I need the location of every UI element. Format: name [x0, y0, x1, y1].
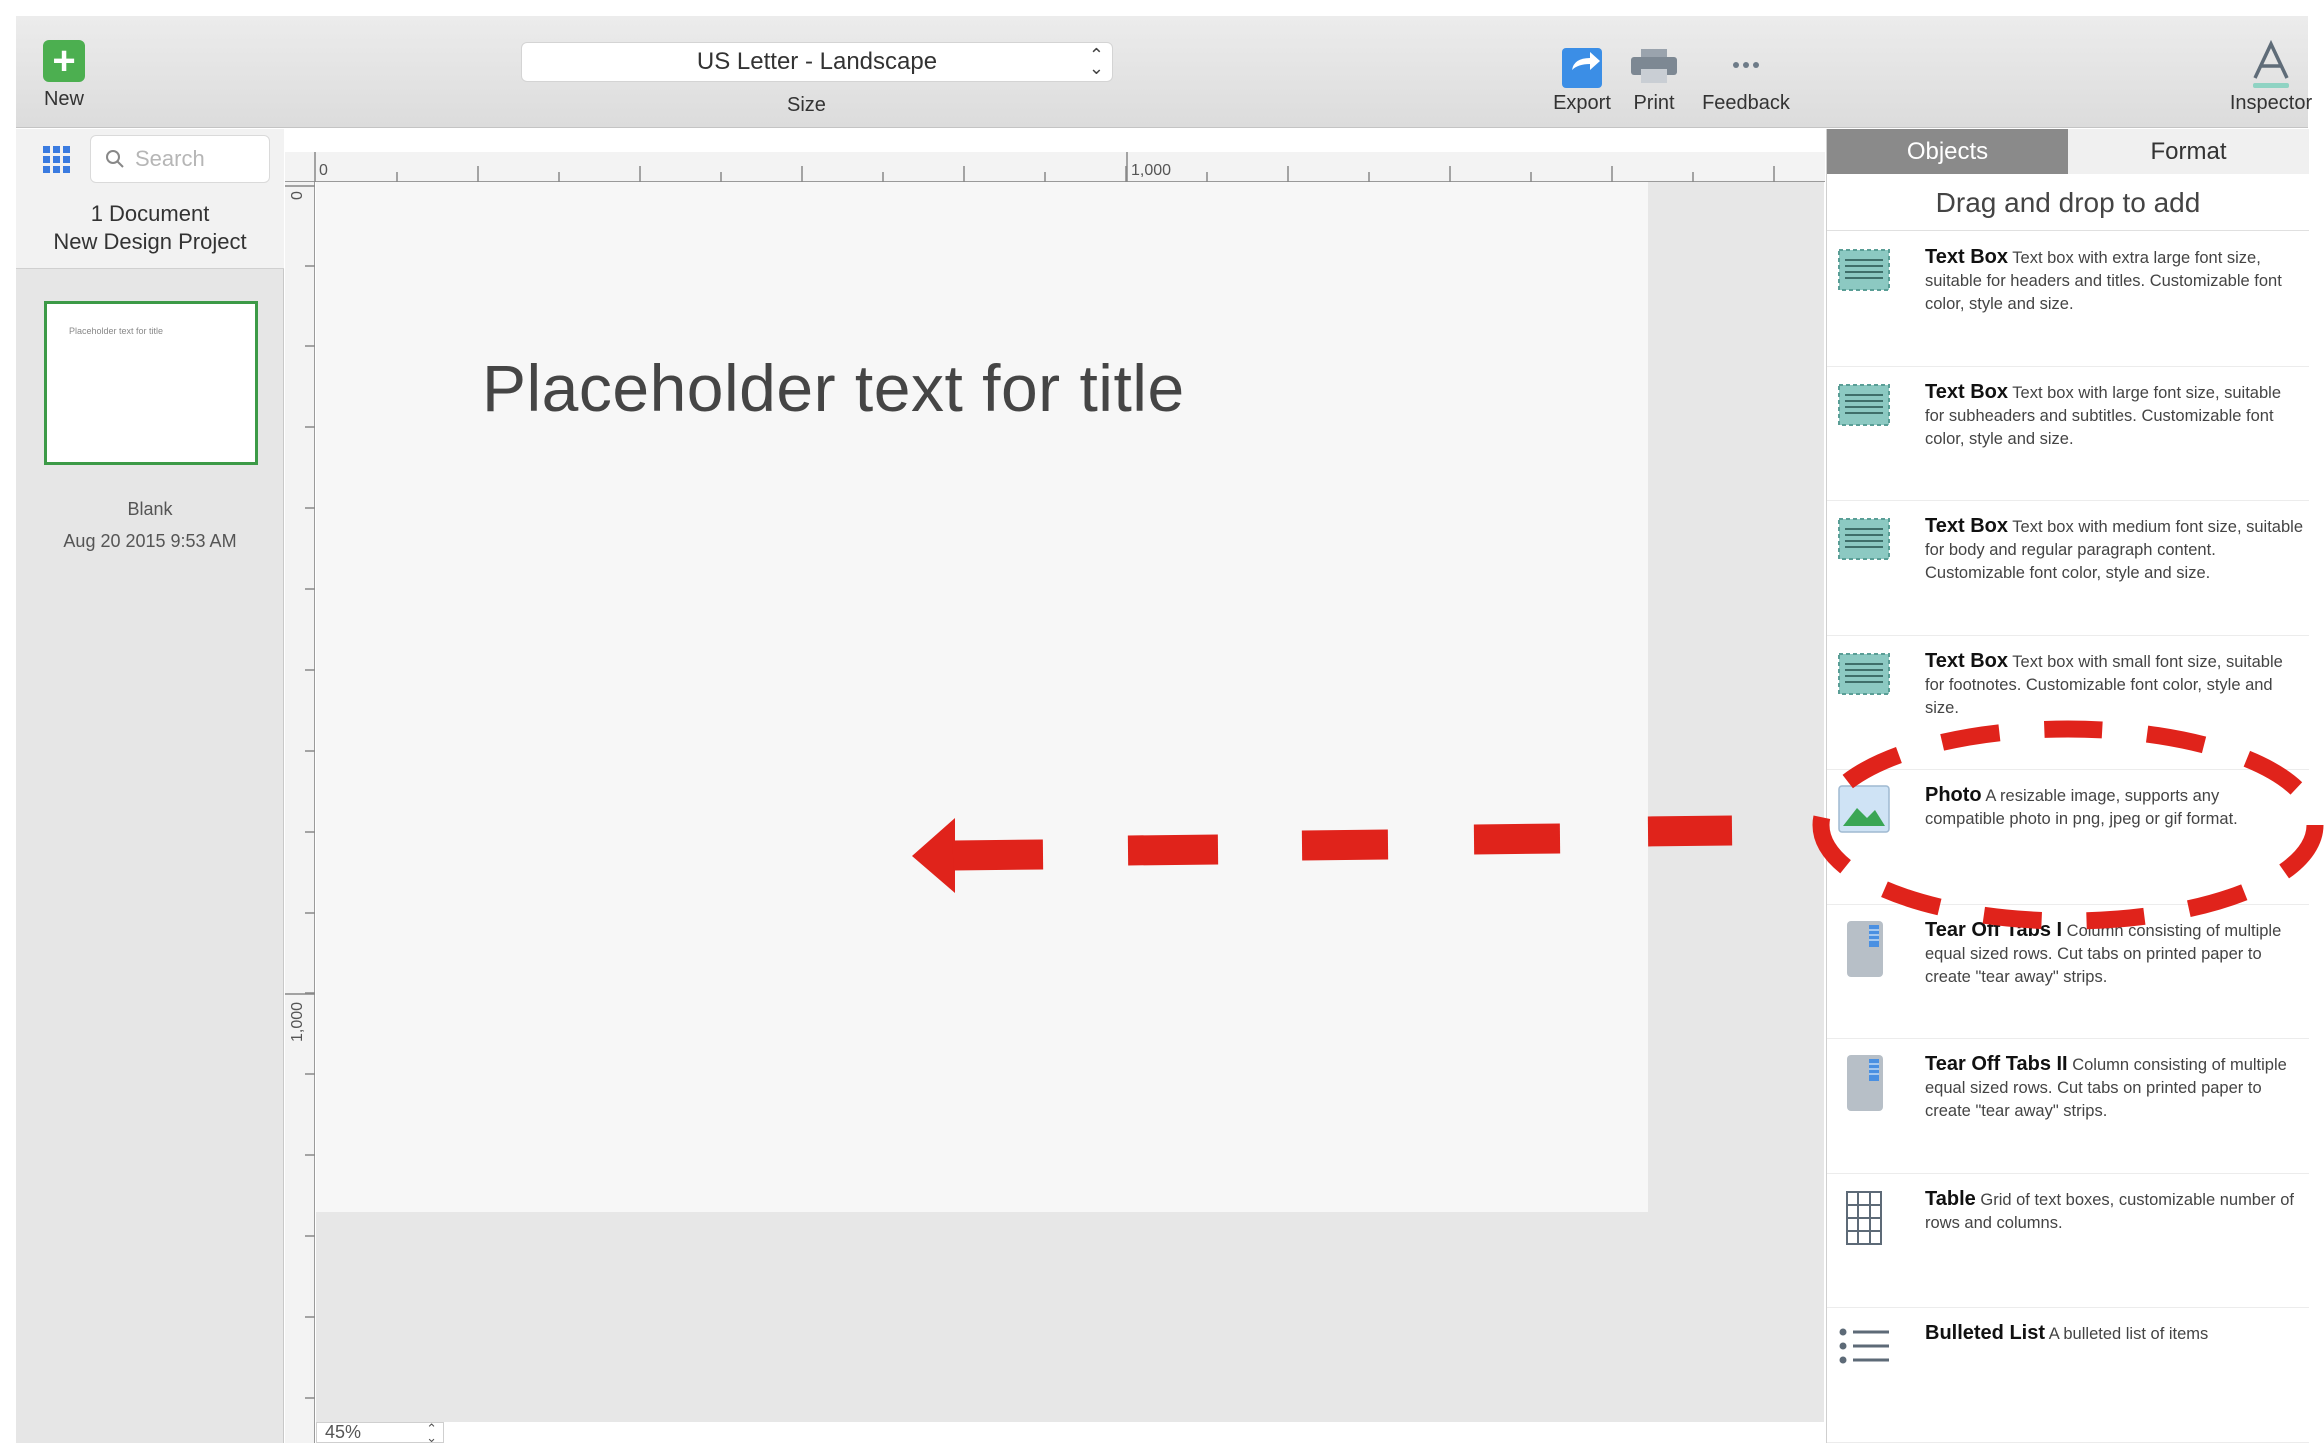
- object-name: Text Box: [1925, 649, 2008, 672]
- object-name: Photo: [1925, 784, 1982, 806]
- table-icon: [1846, 1190, 1882, 1245]
- documents-sidebar: Search 1 Document New Design Project Pla…: [16, 129, 284, 1443]
- document-count: 1 Document: [90, 201, 210, 226]
- object-name: Table: [1925, 1187, 1976, 1210]
- design-page[interactable]: Placeholder text for title: [316, 182, 1648, 1212]
- object-name: Text Box: [1925, 515, 2008, 537]
- textbox-icon: [1838, 383, 1890, 426]
- drag-drop-hint: Drag and drop to add: [1827, 175, 2309, 231]
- object-name: Text Box: [1925, 380, 2008, 403]
- object-name: Tear Off Tabs II: [1925, 1053, 2068, 1075]
- printer-icon: [1631, 49, 1677, 83]
- chevron-updown-icon: ⌃ ⌄: [1088, 45, 1104, 78]
- ellipsis-icon: [1733, 62, 1759, 68]
- design-canvas[interactable]: Placeholder text for title: [316, 182, 1824, 1422]
- title-text-box[interactable]: Placeholder text for title: [482, 350, 1185, 426]
- objects-panel: Objects Format Drag and drop to add Text…: [1826, 129, 2309, 1443]
- object-desc: Grid of text boxes, customizable number …: [1925, 1190, 2295, 1232]
- object-name: Tear Off Tabs I: [1925, 918, 2063, 941]
- tab-format[interactable]: Format: [2068, 129, 2309, 174]
- ruler-ticks-vertical: [285, 185, 315, 1399]
- object-list: Text Box Text box with extra large font …: [1827, 232, 2309, 1443]
- grid-view-icon[interactable]: [42, 145, 72, 175]
- bulleted-list-icon: [1839, 1328, 1889, 1364]
- size-select[interactable]: US Letter - Landscape ⌃ ⌄: [521, 42, 1113, 82]
- search-input[interactable]: Search: [90, 135, 270, 183]
- tear-off-tabs-icon: [1847, 920, 1883, 977]
- sidebar-header: Search 1 Document New Design Project: [16, 129, 284, 269]
- inspector-icon: [2253, 40, 2289, 88]
- ruler-label-0: 0: [319, 162, 328, 179]
- vertical-ruler: 0 1,000: [285, 182, 315, 1443]
- tab-objects[interactable]: Objects: [1827, 129, 2068, 174]
- textbox-icon: [1838, 249, 1890, 291]
- object-name: Text Box: [1925, 246, 2008, 268]
- ruler-label-1000: 1,000: [1131, 162, 1172, 179]
- zoom-value: 45%: [325, 1422, 362, 1442]
- print-button[interactable]: Print: [1624, 38, 1684, 115]
- horizontal-ruler: 0 1,000: [285, 152, 1825, 182]
- toolbar: + New US Letter - Landscape ⌃ ⌄ Size Expo…: [16, 16, 2312, 128]
- new-label: New: [43, 88, 84, 110]
- object-item-photo[interactable]: Photo A resizable image, supports any co…: [1827, 770, 2309, 905]
- object-name: Bulleted List: [1925, 1322, 2046, 1344]
- object-item-textbox-small[interactable]: Text Box Text box with small font size, …: [1827, 636, 2309, 770]
- object-item-bulleted-list[interactable]: Bulleted List A bulleted list of items: [1827, 1308, 2309, 1443]
- size-value: US Letter - Landscape: [696, 48, 938, 75]
- object-item-table[interactable]: Table Grid of text boxes, customizable n…: [1827, 1174, 2309, 1308]
- object-item-textbox-xl[interactable]: Text Box Text box with extra large font …: [1827, 232, 2309, 367]
- plus-icon: +: [43, 40, 85, 82]
- thumbnail-name: Blank: [127, 499, 173, 519]
- textbox-icon: [1838, 652, 1890, 695]
- search-icon: [106, 150, 124, 168]
- inspector-label: Inspector: [2229, 92, 2313, 114]
- project-name: New Design Project: [53, 229, 247, 254]
- print-label: Print: [1633, 92, 1675, 114]
- zoom-select[interactable]: 45% ⌃ ⌄: [316, 1422, 444, 1443]
- panel-tabs: Objects Format: [1827, 129, 2309, 174]
- ruler-ticks: [314, 152, 1775, 182]
- object-item-textbox-large[interactable]: Text Box Text box with large font size, …: [1827, 367, 2309, 501]
- export-button[interactable]: Export: [1546, 38, 1618, 115]
- export-icon: [1562, 48, 1602, 88]
- chevron-updown-icon: ⌃ ⌄: [426, 1421, 437, 1443]
- object-item-tear-off-tabs-2[interactable]: Tear Off Tabs II Column consisting of mu…: [1827, 1039, 2309, 1174]
- thumbnail-preview-text: Placeholder text for title: [69, 326, 164, 336]
- object-item-textbox-medium[interactable]: Text Box Text box with medium font size,…: [1827, 501, 2309, 636]
- export-label: Export: [1553, 92, 1611, 114]
- feedback-button[interactable]: Feedback: [1696, 38, 1796, 115]
- size-label: Size: [787, 94, 826, 116]
- search-placeholder: Search: [135, 146, 205, 171]
- object-desc: A bulleted list of items: [2048, 1325, 2209, 1343]
- new-button[interactable]: + New: [34, 40, 94, 111]
- object-item-tear-off-tabs-1[interactable]: Tear Off Tabs I Column consisting of mul…: [1827, 905, 2309, 1039]
- photo-icon: [1838, 785, 1890, 833]
- vruler-label-0: 0: [289, 191, 306, 200]
- vruler-label-1000: 1,000: [289, 1001, 306, 1042]
- feedback-label: Feedback: [1702, 92, 1790, 114]
- tear-off-tabs-icon: [1847, 1055, 1883, 1111]
- inspector-button[interactable]: Inspector: [2216, 38, 2324, 115]
- textbox-icon: [1838, 518, 1890, 560]
- document-thumbnail[interactable]: Placeholder text for title: [44, 301, 258, 465]
- thumbnail-date: Aug 20 2015 9:53 AM: [63, 531, 237, 551]
